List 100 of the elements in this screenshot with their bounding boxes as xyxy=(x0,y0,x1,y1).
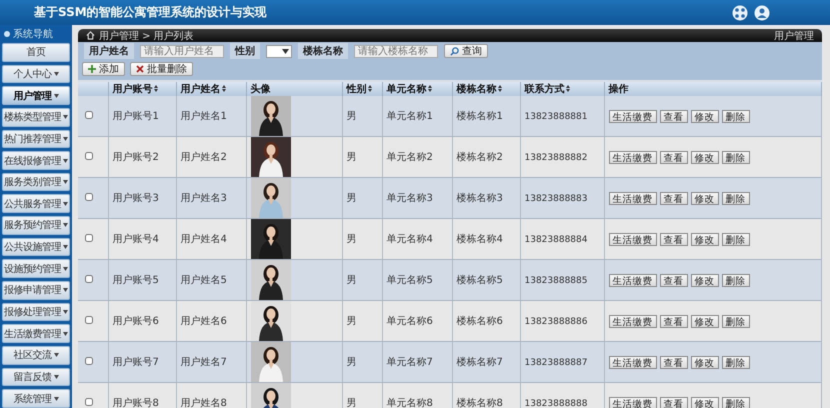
row-action-button[interactable]: 删除 xyxy=(722,110,750,122)
table-cell: 用户姓名6 xyxy=(180,316,227,327)
table-cell: 楼栋名称3 xyxy=(456,193,503,204)
search-button[interactable]: 查询 xyxy=(444,44,488,58)
row-checkbox[interactable] xyxy=(85,356,93,364)
row-action-button[interactable]: 修改 xyxy=(690,274,718,286)
row-action-button[interactable]: 生活缴费 xyxy=(608,150,656,164)
table-cell: 男 xyxy=(346,398,356,408)
row-action-button[interactable]: 生活缴费 xyxy=(608,232,656,246)
sort-icon[interactable] xyxy=(222,85,226,92)
sidebar-item[interactable]: 报修处理管理 xyxy=(2,302,70,322)
row-action-button[interactable]: 删除 xyxy=(722,192,750,204)
row-action-button[interactable]: 生活缴费 xyxy=(608,192,656,204)
sidebar-item[interactable]: 设施预约管理 xyxy=(2,259,70,278)
row-checkbox[interactable] xyxy=(85,316,93,324)
table-cell: 男 xyxy=(346,316,356,327)
caret-icon xyxy=(63,310,68,314)
sort-icon[interactable] xyxy=(428,85,432,92)
sidebar-item[interactable]: 用户管理 xyxy=(2,86,70,105)
column-header[interactable]: 性别 xyxy=(342,82,382,96)
add-button[interactable]: 添加 xyxy=(82,62,125,76)
row-action-button[interactable]: 删除 xyxy=(722,274,750,286)
row-action-button[interactable]: 查看 xyxy=(660,314,688,328)
caret-icon xyxy=(63,223,68,228)
table-cell: 13823888885 xyxy=(524,276,588,286)
row-action-button[interactable]: 生活缴费 xyxy=(608,356,656,368)
row-checkbox[interactable] xyxy=(85,110,93,118)
sidebar-item[interactable]: 楼栋类型管理 xyxy=(2,108,70,127)
sidebar-item[interactable]: 个人中心 xyxy=(2,64,70,84)
caret-icon xyxy=(54,94,58,98)
panel-title: 用户管理 xyxy=(774,30,814,42)
sidebar-item[interactable]: 留言反馈 xyxy=(2,368,70,386)
batch-delete-button[interactable]: 批量删除 xyxy=(130,62,193,76)
table-cell: 用户账号3 xyxy=(112,193,159,204)
column-header: 头像 xyxy=(246,82,342,96)
row-action-button[interactable]: 生活缴费 xyxy=(608,110,656,122)
settings-icon[interactable] xyxy=(732,4,748,20)
row-checkbox[interactable] xyxy=(85,152,93,160)
sidebar-item[interactable]: 公共服务管理 xyxy=(2,194,70,214)
row-action-button[interactable]: 查看 xyxy=(660,274,688,286)
row-checkbox[interactable] xyxy=(85,398,93,406)
sidebar-item[interactable]: 社区交流 xyxy=(2,346,70,365)
sidebar-item[interactable]: 在线报修管理 xyxy=(2,151,70,170)
row-action-button[interactable]: 删除 xyxy=(722,356,750,368)
sidebar-item[interactable]: 公共设施管理 xyxy=(2,238,70,256)
sidebar-item[interactable]: 热门推荐管理 xyxy=(2,130,70,148)
row-action-button[interactable]: 查看 xyxy=(660,110,688,122)
sidebar-item[interactable]: 系统管理 xyxy=(2,389,70,408)
sort-icon[interactable] xyxy=(566,85,570,92)
table-cell: 13823888882 xyxy=(524,152,588,162)
sidebar-item[interactable]: 服务类别管理 xyxy=(2,172,70,192)
row-action-button[interactable]: 删除 xyxy=(722,314,750,328)
sort-icon[interactable] xyxy=(368,85,372,92)
gender-dropdown[interactable] xyxy=(266,44,292,58)
row-action-button[interactable]: 生活缴费 xyxy=(608,314,656,328)
caret-icon xyxy=(63,332,68,336)
row-action-button[interactable]: 查看 xyxy=(660,356,688,368)
row-action-button[interactable]: 修改 xyxy=(690,356,718,368)
caret-icon xyxy=(54,396,58,401)
home-icon[interactable] xyxy=(86,31,95,40)
row-action-button[interactable]: 修改 xyxy=(690,232,718,246)
row-action-button[interactable]: 删除 xyxy=(722,150,750,164)
row-action-button[interactable]: 查看 xyxy=(660,232,688,246)
row-action-button[interactable]: 查看 xyxy=(660,150,688,164)
column-header[interactable]: 用户姓名 xyxy=(176,82,246,96)
row-action-button[interactable]: 修改 xyxy=(690,314,718,328)
table-cell: 男 xyxy=(346,193,356,204)
row-action-button[interactable]: 修改 xyxy=(690,396,718,408)
row-checkbox[interactable] xyxy=(85,274,93,282)
row-action-button[interactable]: 查看 xyxy=(660,192,688,204)
sidebar-item[interactable]: 服务预约管理 xyxy=(2,216,70,235)
table-cell: 用户账号6 xyxy=(112,316,159,327)
row-action-button[interactable]: 查看 xyxy=(660,396,688,408)
row-action-button[interactable]: 修改 xyxy=(690,150,718,164)
caret-icon xyxy=(63,202,68,206)
row-action-button[interactable]: 生活缴费 xyxy=(608,274,656,286)
table-cell: 楼栋名称1 xyxy=(456,111,503,122)
user-icon[interactable] xyxy=(754,4,770,20)
row-checkbox[interactable] xyxy=(85,192,93,200)
sidebar-item[interactable]: 首页 xyxy=(2,43,70,62)
row-checkbox[interactable] xyxy=(85,234,93,242)
column-header[interactable]: 联系方式 xyxy=(520,82,604,96)
breadcrumb: 用户管理 > 用户列表 xyxy=(99,30,195,42)
sort-icon[interactable] xyxy=(154,85,158,92)
input-field[interactable]: 请输入楼栋名称 xyxy=(354,44,438,58)
row-action-button[interactable]: 删除 xyxy=(722,396,750,408)
row-action-button[interactable]: 删除 xyxy=(722,232,750,246)
table-cell: 用户姓名2 xyxy=(180,152,227,163)
column-header[interactable]: 用户账号 xyxy=(108,82,176,96)
column-header[interactable]: 楼栋名称 xyxy=(452,82,520,96)
sidebar-item[interactable]: 报修申请管理 xyxy=(2,281,70,300)
table-cell: 楼栋名称4 xyxy=(456,234,503,245)
table-cell: 用户姓名4 xyxy=(180,234,227,245)
row-action-button[interactable]: 生活缴费 xyxy=(608,396,656,408)
sort-icon[interactable] xyxy=(498,85,502,92)
column-header[interactable]: 单元名称 xyxy=(382,82,452,96)
row-action-button[interactable]: 修改 xyxy=(690,192,718,204)
row-action-button[interactable]: 修改 xyxy=(690,110,718,122)
sidebar-item[interactable]: 生活缴费管理 xyxy=(2,324,70,343)
table-cell: 用户姓名7 xyxy=(180,357,227,368)
